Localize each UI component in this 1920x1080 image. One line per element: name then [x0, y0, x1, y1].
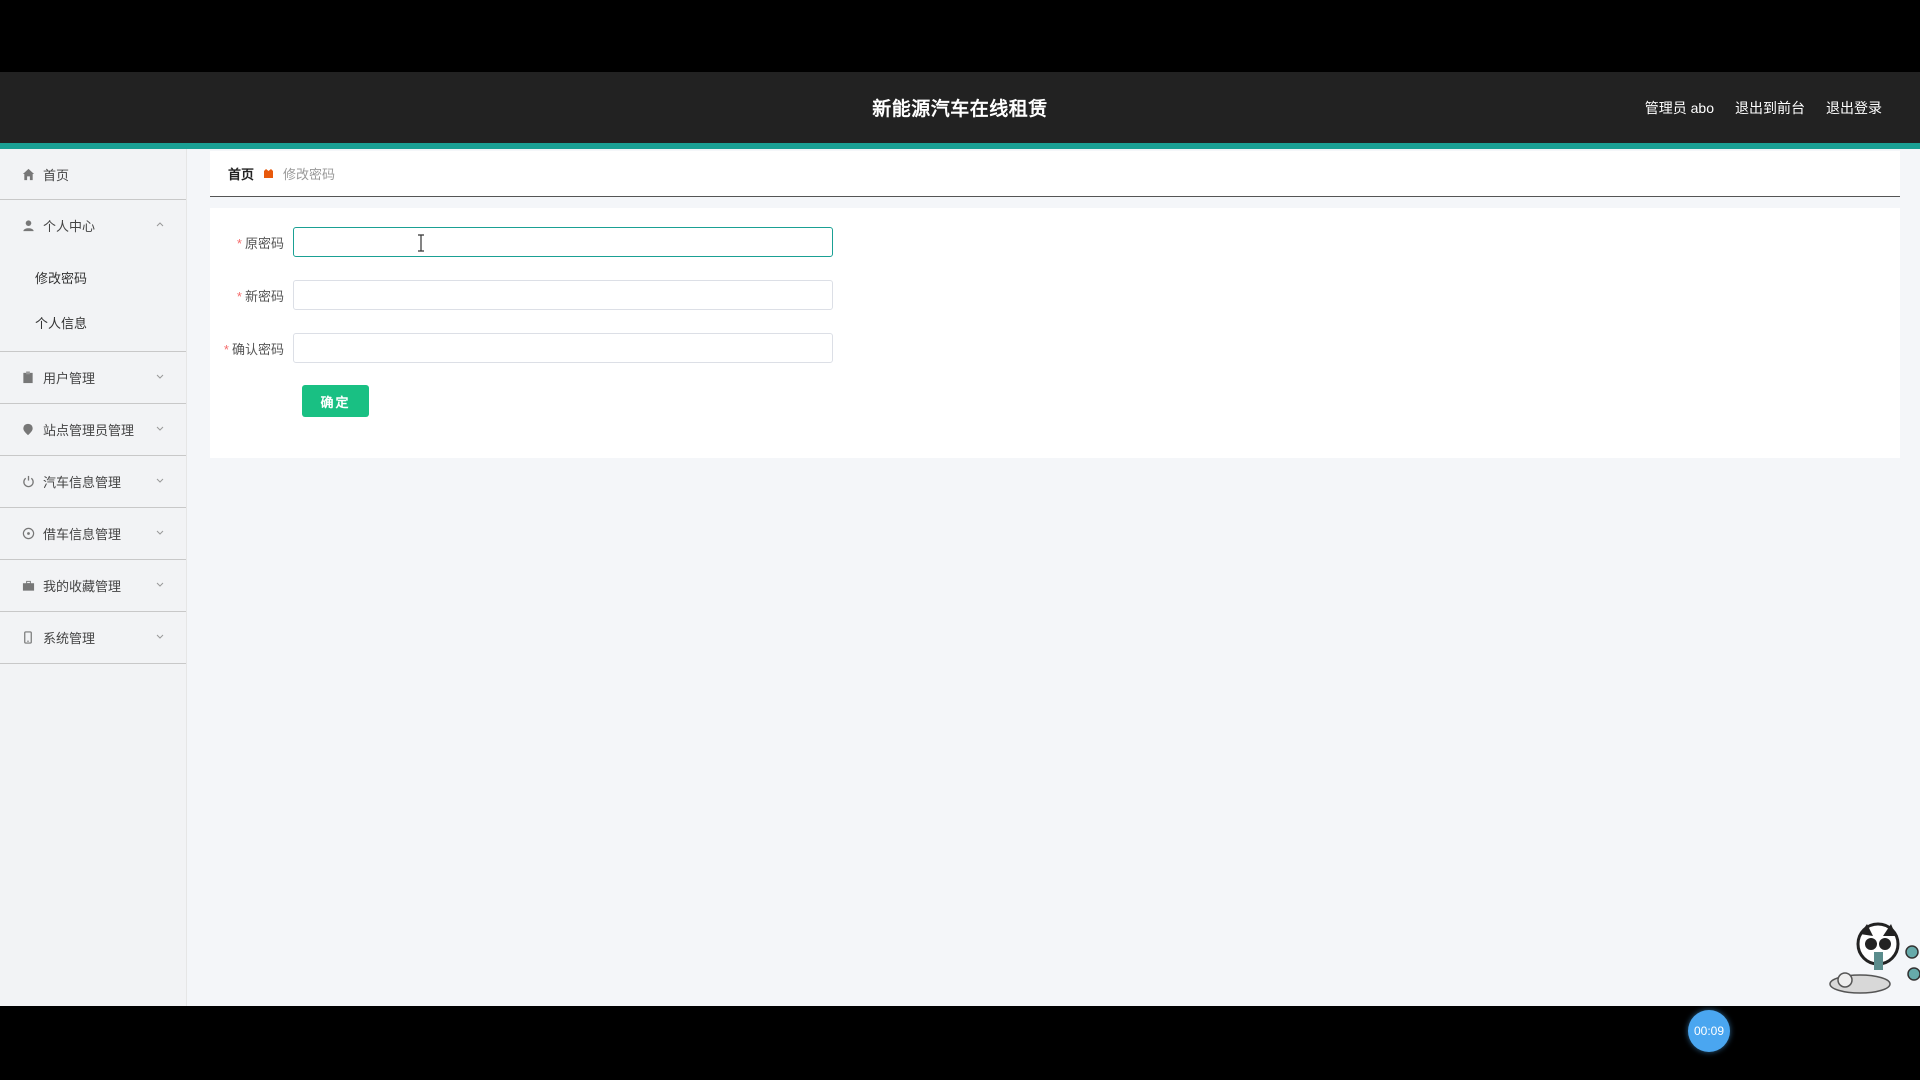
sidebar-item-label: 汽车信息管理 [43, 475, 122, 490]
sidebar-item-label: 首页 [43, 167, 70, 183]
old-password-label: 原密码 [244, 235, 284, 251]
location-pin-icon [21, 423, 35, 437]
sidebar-item-label: 我的收藏管理 [43, 579, 122, 594]
sidebar: 首页 个人中心 修改密码 个人信息 用户管理 站点管理员管理 汽车信息管理 借车… [0, 149, 187, 1006]
sidebar-item-car-info-management[interactable]: 汽车信息管理 [0, 456, 186, 508]
phone-icon [21, 631, 35, 645]
required-mark: * [236, 235, 242, 251]
confirm-button[interactable]: 确定 [302, 385, 369, 417]
required-mark: * [236, 288, 242, 304]
breadcrumb-home[interactable]: 首页 [228, 164, 254, 183]
new-password-input[interactable] [293, 280, 833, 310]
breadcrumb-separator-icon [263, 168, 274, 179]
sidebar-item-borrow-info-management[interactable]: 借车信息管理 [0, 508, 186, 560]
sidebar-subitem-personal-info[interactable]: 个人信息 [0, 300, 186, 345]
change-password-form: * 原密码 * 新密码 * 确认密码 确定 [210, 208, 1900, 458]
personal-center-submenu: 修改密码 个人信息 [0, 251, 186, 352]
required-mark: * [223, 341, 229, 357]
mascot-icon [1829, 922, 1920, 994]
briefcase-icon [21, 579, 35, 593]
chevron-down-icon [156, 374, 164, 379]
sidebar-item-user-management[interactable]: 用户管理 [0, 352, 186, 404]
breadcrumb-current: 修改密码 [283, 167, 336, 182]
confirm-password-input[interactable] [293, 333, 833, 363]
old-password-label-wrap: * 原密码 [210, 233, 293, 252]
chevron-down-icon [156, 582, 164, 587]
main-content: 首页 修改密码 * 原密码 * 新密码 * 确认密码 确定 [210, 151, 1900, 458]
sidebar-item-system-management[interactable]: 系统管理 [0, 612, 186, 664]
new-password-label: 新密码 [244, 288, 284, 304]
breadcrumb: 首页 修改密码 [210, 151, 1900, 197]
back-to-front-link[interactable]: 退出到前台 [1735, 98, 1805, 118]
old-password-input[interactable] [293, 227, 833, 257]
text-cursor-icon [418, 234, 424, 252]
sidebar-item-label: 个人中心 [43, 219, 96, 234]
new-password-label-wrap: * 新密码 [210, 286, 293, 305]
chevron-down-icon [156, 530, 164, 535]
sidebar-item-label: 系统管理 [43, 631, 96, 646]
app-window: 新能源汽车在线租赁 管理员 abo 退出到前台 退出登录 首页 个人中心 修改密… [0, 72, 1920, 1052]
app-title: 新能源汽车在线租赁 [872, 99, 1048, 120]
sidebar-item-personal-center[interactable]: 个人中心 [0, 200, 186, 251]
old-password-row: * 原密码 [210, 227, 833, 257]
new-password-row: * 新密码 [210, 280, 833, 310]
sidebar-item-label: 借车信息管理 [43, 527, 122, 542]
confirm-password-label-wrap: * 确认密码 [210, 339, 293, 358]
sidebar-subitem-change-password[interactable]: 修改密码 [0, 255, 186, 300]
timer-badge[interactable]: 00:09 [1688, 1010, 1730, 1052]
current-user: 管理员 abo [1644, 100, 1714, 116]
header-actions: 管理员 abo 退出到前台 退出登录 [1645, 98, 1882, 118]
confirm-password-row: * 确认密码 [210, 333, 833, 363]
top-header: 新能源汽车在线租赁 管理员 abo 退出到前台 退出登录 [0, 72, 1920, 143]
logout-link[interactable]: 退出登录 [1826, 98, 1882, 118]
sidebar-item-station-admin-management[interactable]: 站点管理员管理 [0, 404, 186, 456]
chevron-down-icon [156, 426, 164, 431]
sidebar-item-label: 用户管理 [43, 371, 96, 386]
user-icon [21, 219, 35, 233]
header-accent-bar [0, 143, 1920, 149]
sidebar-item-favorites-management[interactable]: 我的收藏管理 [0, 560, 186, 612]
compass-icon [21, 527, 35, 541]
clipboard-icon [21, 371, 35, 385]
sidebar-item-label: 站点管理员管理 [43, 423, 135, 438]
chevron-down-icon [156, 634, 164, 639]
home-icon [21, 167, 35, 181]
chevron-up-icon [156, 222, 164, 227]
chevron-down-icon [156, 478, 164, 483]
sidebar-item-home[interactable]: 首页 [0, 149, 186, 200]
confirm-password-label: 确认密码 [231, 341, 284, 357]
power-icon [21, 475, 35, 489]
